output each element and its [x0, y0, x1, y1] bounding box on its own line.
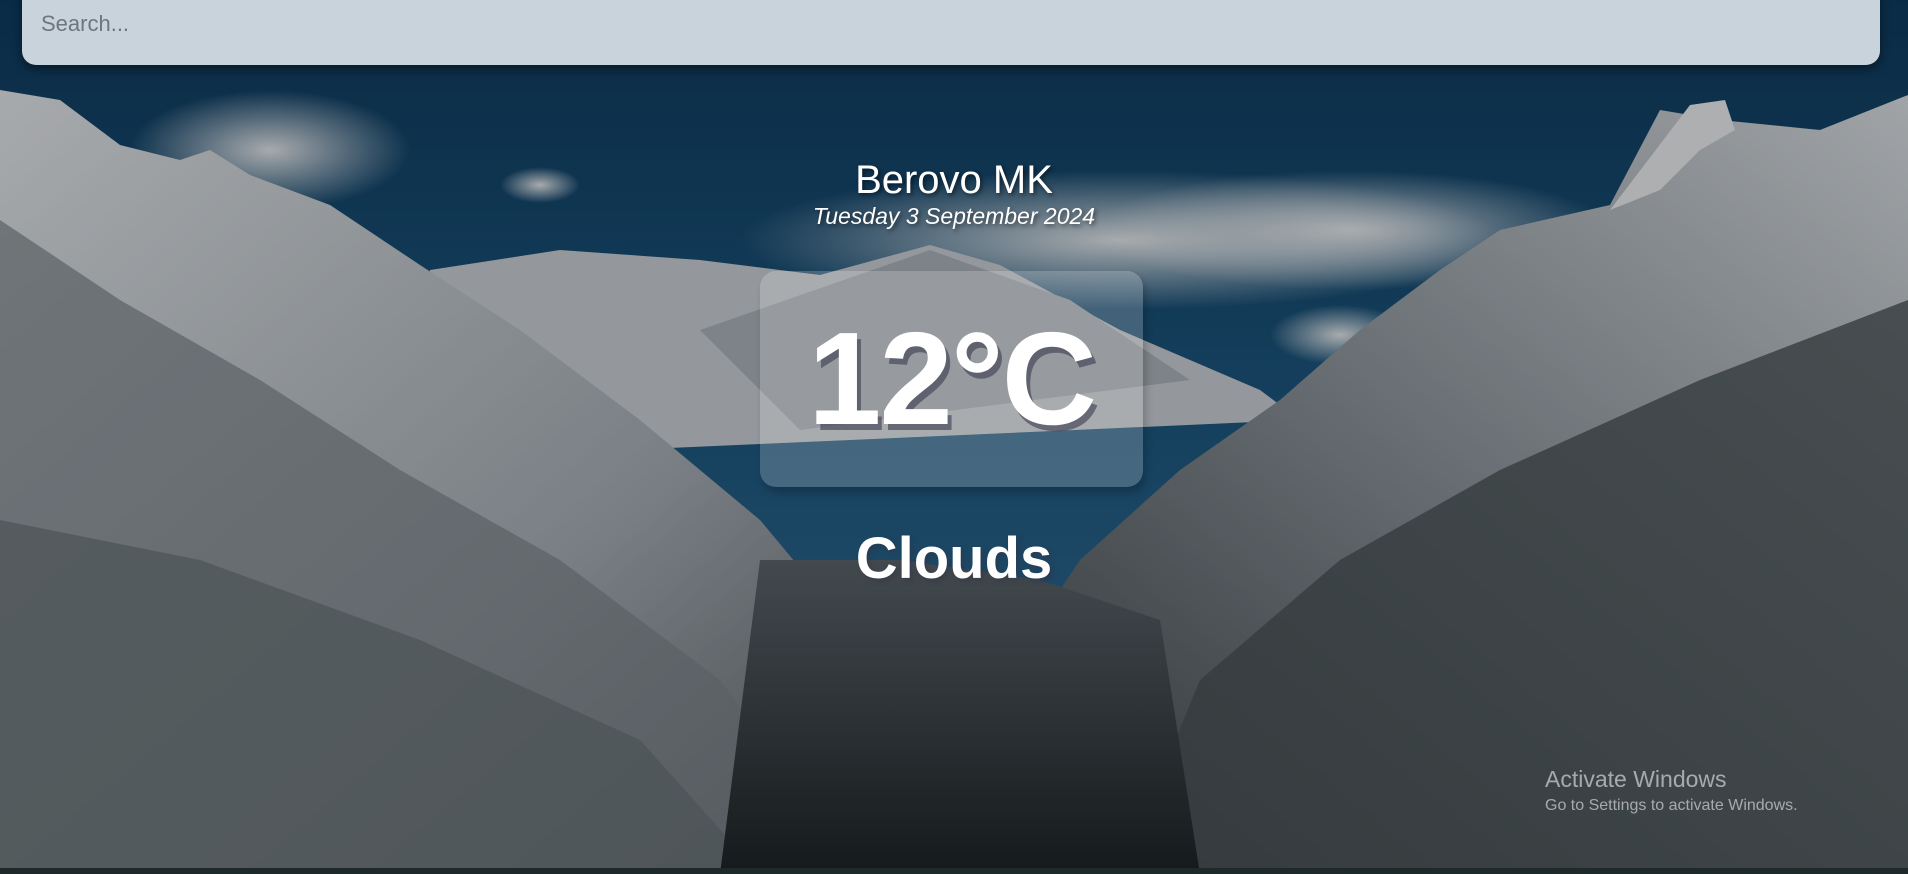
temperature-value: 12°C	[808, 305, 1097, 452]
activate-windows-watermark: Activate Windows Go to Settings to activ…	[1545, 765, 1798, 817]
current-date: Tuesday 3 September 2024	[812, 203, 1096, 229]
temperature-box: 12°C	[760, 271, 1143, 487]
watermark-subtitle: Go to Settings to activate Windows.	[1545, 797, 1798, 814]
taskbar-edge	[0, 868, 1908, 874]
search-input[interactable]	[22, 0, 1880, 48]
city-name: Berovo MK	[855, 158, 1053, 202]
watermark-title: Activate Windows	[1545, 766, 1727, 792]
search-bar	[22, 0, 1880, 65]
weather-condition: Clouds	[855, 526, 1053, 591]
location-box: Berovo MK Tuesday 3 September 2024	[0, 158, 1908, 230]
